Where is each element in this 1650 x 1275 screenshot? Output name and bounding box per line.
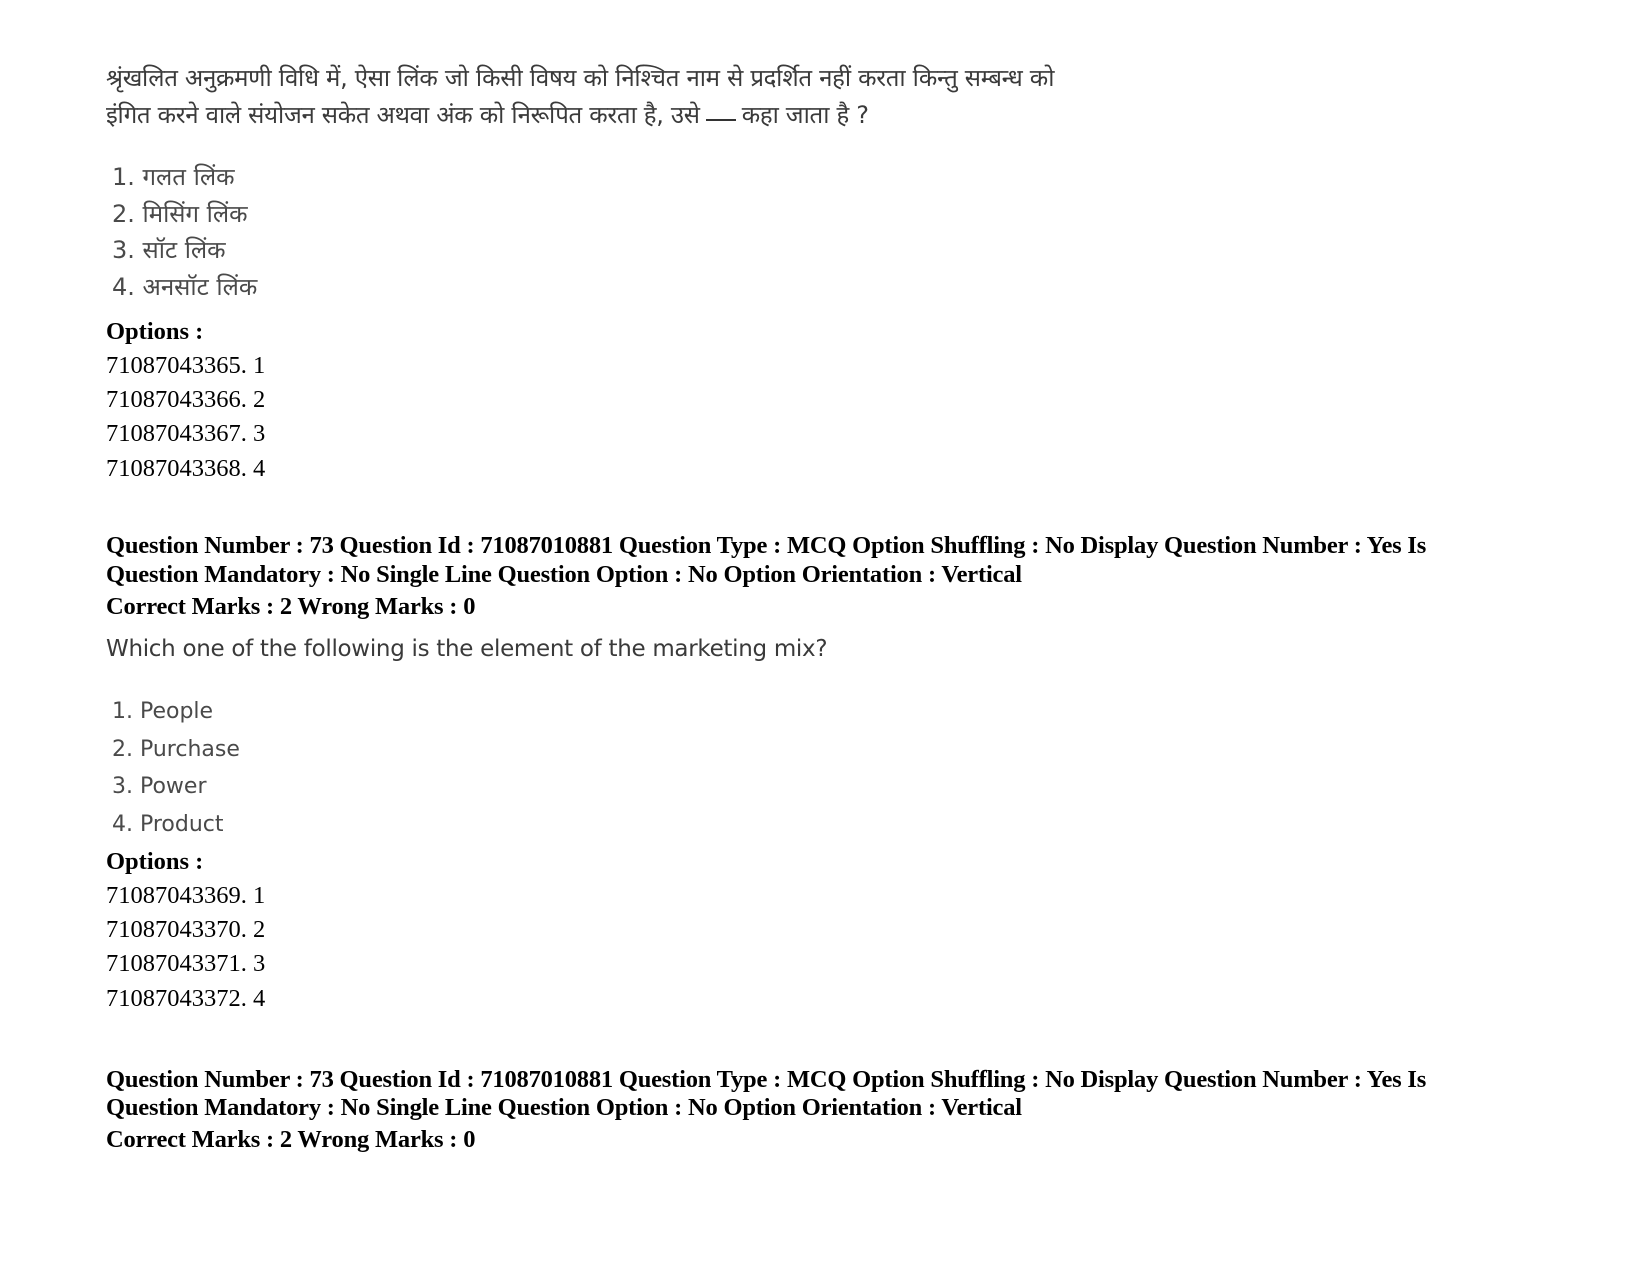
question-73-choice-1: 1. People [112, 699, 214, 724]
question-73-hindi-marks: Correct Marks : 2 Wrong Marks : 0 [106, 1126, 476, 1153]
question-72-choice-1: 1. गलत लिंक [112, 163, 235, 191]
question-72-text-after-blank: कहा जाता है ? [741, 101, 869, 129]
question-73-choice-4: 4. Product [112, 812, 224, 837]
question-73-option-id-1: 71087043369. 1 [106, 882, 266, 909]
question-73-meta-line-2: Question Mandatory : No Single Line Ques… [106, 561, 1022, 588]
question-73-text: Which one of the following is the elemen… [106, 636, 828, 662]
question-73-choice-2: 2. Purchase [112, 737, 240, 762]
question-73-marks: Correct Marks : 2 Wrong Marks : 0 [106, 593, 476, 620]
question-72-text-line-1: श्रृंखलित अनुक्रमणी विधि में, ऐसा लिंक ज… [106, 64, 1055, 92]
question-72-options-label: Options : [106, 318, 204, 345]
document-page: श्रृंखलित अनुक्रमणी विधि में, ऐसा लिंक ज… [0, 0, 1650, 1275]
question-72-text-line-2: इंगित करने वाले संयोजन सकेत अथवा अंक को … [106, 97, 869, 134]
question-73-hindi-meta-line-1: Question Number : 73 Question Id : 71087… [106, 1066, 1427, 1093]
question-72-choice-3: 3. सॉट लिंक [112, 236, 226, 264]
question-72-option-id-2: 71087043366. 2 [106, 386, 266, 413]
question-73-meta-line-1: Question Number : 73 Question Id : 71087… [106, 532, 1427, 559]
question-73-option-id-2: 71087043370. 2 [106, 916, 266, 943]
question-72-option-id-1: 71087043365. 1 [106, 352, 266, 379]
question-72-option-id-3: 71087043367. 3 [106, 420, 266, 447]
answer-blank [705, 119, 736, 121]
question-73-choice-3: 3. Power [112, 774, 207, 799]
question-72-choice-4: 4. अनसॉट लिंक [112, 273, 258, 301]
question-73-options-label: Options : [106, 848, 204, 875]
question-73-option-id-4: 71087043372. 4 [106, 985, 266, 1012]
question-72-text-before-blank: इंगित करने वाले संयोजन सकेत अथवा अंक को … [106, 101, 700, 129]
question-73-option-id-3: 71087043371. 3 [106, 950, 266, 977]
question-72-choice-2: 2. मिसिंग लिंक [112, 200, 248, 228]
question-73-hindi-meta-line-2: Question Mandatory : No Single Line Ques… [106, 1094, 1022, 1121]
question-72-option-id-4: 71087043368. 4 [106, 455, 266, 482]
